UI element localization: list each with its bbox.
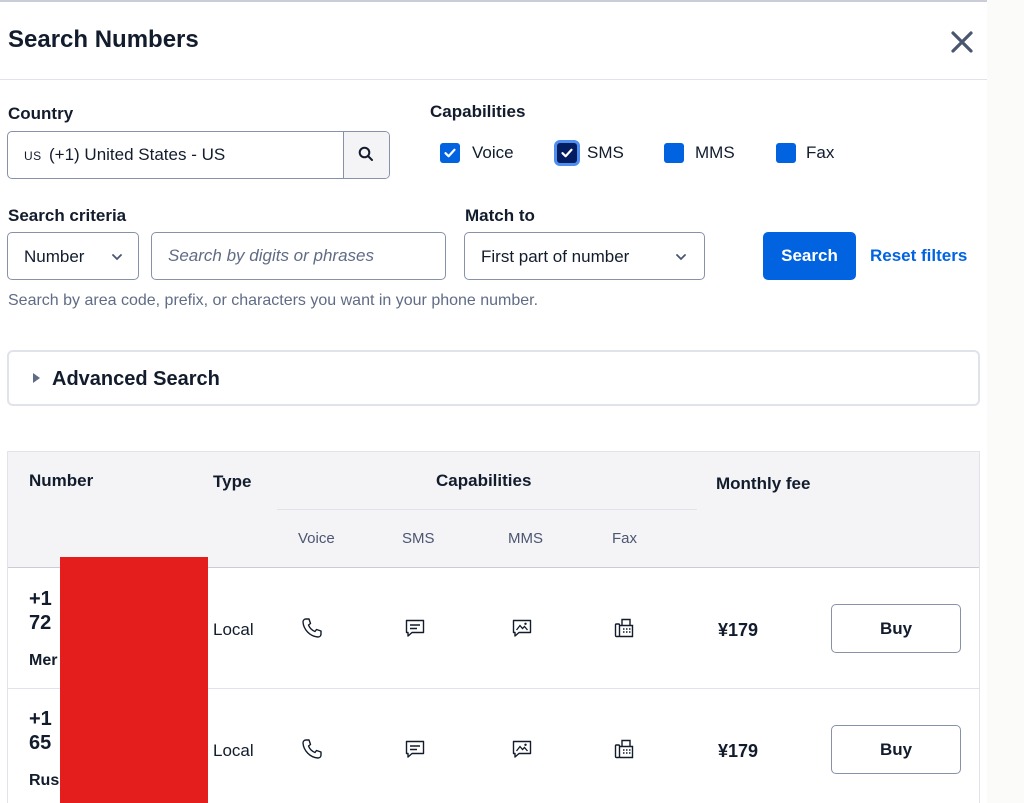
number-type: Local <box>213 741 254 760</box>
advanced-search-label: Advanced Search <box>52 368 220 390</box>
table-header: Number Type Capabilities Monthly fee Voi… <box>8 452 979 568</box>
phone-number-line2: 72 <box>29 612 52 634</box>
checkbox-checked-focused[interactable] <box>557 143 577 163</box>
chevron-down-icon <box>112 254 122 261</box>
column-header-capabilities: Capabilities <box>436 471 532 490</box>
fax-icon <box>614 618 634 638</box>
number-search-field[interactable] <box>151 232 446 280</box>
capabilities-divider <box>277 509 697 510</box>
capability-sms-checkbox[interactable]: SMS <box>557 141 624 165</box>
subheader-mms: MMS <box>508 530 543 547</box>
search-helper-text: Search by area code, prefix, or characte… <box>8 292 539 309</box>
buy-button[interactable]: Buy <box>831 604 961 653</box>
close-icon <box>951 31 973 53</box>
country-value: (+1) United States - US <box>49 145 226 164</box>
subheader-sms: SMS <box>402 530 435 547</box>
capabilities-label: Capabilities <box>430 102 526 121</box>
number-type: Local <box>213 620 254 639</box>
phone-number-line2: 65 <box>29 732 52 754</box>
country-label: Country <box>8 104 74 123</box>
capability-mms-label: MMS <box>695 143 735 162</box>
country-search-button[interactable] <box>343 132 389 178</box>
capability-sms-label: SMS <box>587 143 624 162</box>
search-button[interactable]: Search <box>763 232 856 280</box>
capability-voice-label: Voice <box>472 143 514 162</box>
mms-icon <box>512 619 532 637</box>
column-header-number: Number <box>29 471 94 490</box>
criteria-select[interactable]: Number <box>7 232 139 280</box>
monthly-fee: ¥179 <box>718 741 759 761</box>
country-flag-code: US <box>24 149 42 163</box>
subheader-fax: Fax <box>612 530 638 547</box>
dialog-title: Search Numbers <box>8 26 199 53</box>
search-criteria-label: Search criteria <box>8 206 127 225</box>
criteria-selected-value: Number <box>24 247 85 266</box>
reset-filters-link[interactable]: Reset filters <box>870 246 967 266</box>
buy-button[interactable]: Buy <box>831 725 961 774</box>
fax-icon <box>614 739 634 759</box>
advanced-search-disclosure[interactable]: Advanced Search <box>7 350 980 406</box>
capability-mms-checkbox[interactable]: MMS <box>664 141 735 165</box>
sms-icon <box>405 740 425 758</box>
column-header-monthly-fee: Monthly fee <box>716 474 811 493</box>
sms-icon <box>405 619 425 637</box>
match-to-select[interactable]: First part of number <box>464 232 705 280</box>
dialog-header: Search Numbers <box>0 2 987 80</box>
redaction-block <box>60 557 208 803</box>
number-locality: Rus <box>29 772 60 789</box>
match-to-label: Match to <box>465 206 535 225</box>
capability-fax-label: Fax <box>806 143 835 162</box>
phone-icon <box>302 739 322 759</box>
check-icon <box>561 148 573 158</box>
chevron-down-icon <box>676 254 686 261</box>
match-to-selected-value: First part of number <box>481 247 630 266</box>
mms-icon <box>512 740 532 758</box>
number-locality: Mer <box>29 652 58 669</box>
check-icon <box>444 148 456 158</box>
search-icon <box>358 146 373 161</box>
monthly-fee: ¥179 <box>718 620 759 640</box>
checkbox-unchecked[interactable] <box>776 143 796 163</box>
disclosure-triangle-icon <box>33 373 40 383</box>
checkbox-unchecked[interactable] <box>664 143 684 163</box>
capability-voice-checkbox[interactable]: Voice <box>440 141 514 165</box>
phone-number-line1: +1 <box>29 588 52 610</box>
phone-icon <box>302 618 322 638</box>
column-header-type: Type <box>213 472 252 491</box>
subheader-voice: Voice <box>298 530 335 547</box>
country-combobox[interactable]: US (+1) United States - US <box>7 131 390 179</box>
number-search-input[interactable] <box>168 246 433 266</box>
close-button[interactable] <box>948 28 976 56</box>
phone-number-line1: +1 <box>29 708 52 730</box>
checkbox-checked[interactable] <box>440 143 460 163</box>
capability-fax-checkbox[interactable]: Fax <box>776 141 834 165</box>
search-numbers-dialog: Search Numbers Country US (+1) United St… <box>0 0 987 803</box>
